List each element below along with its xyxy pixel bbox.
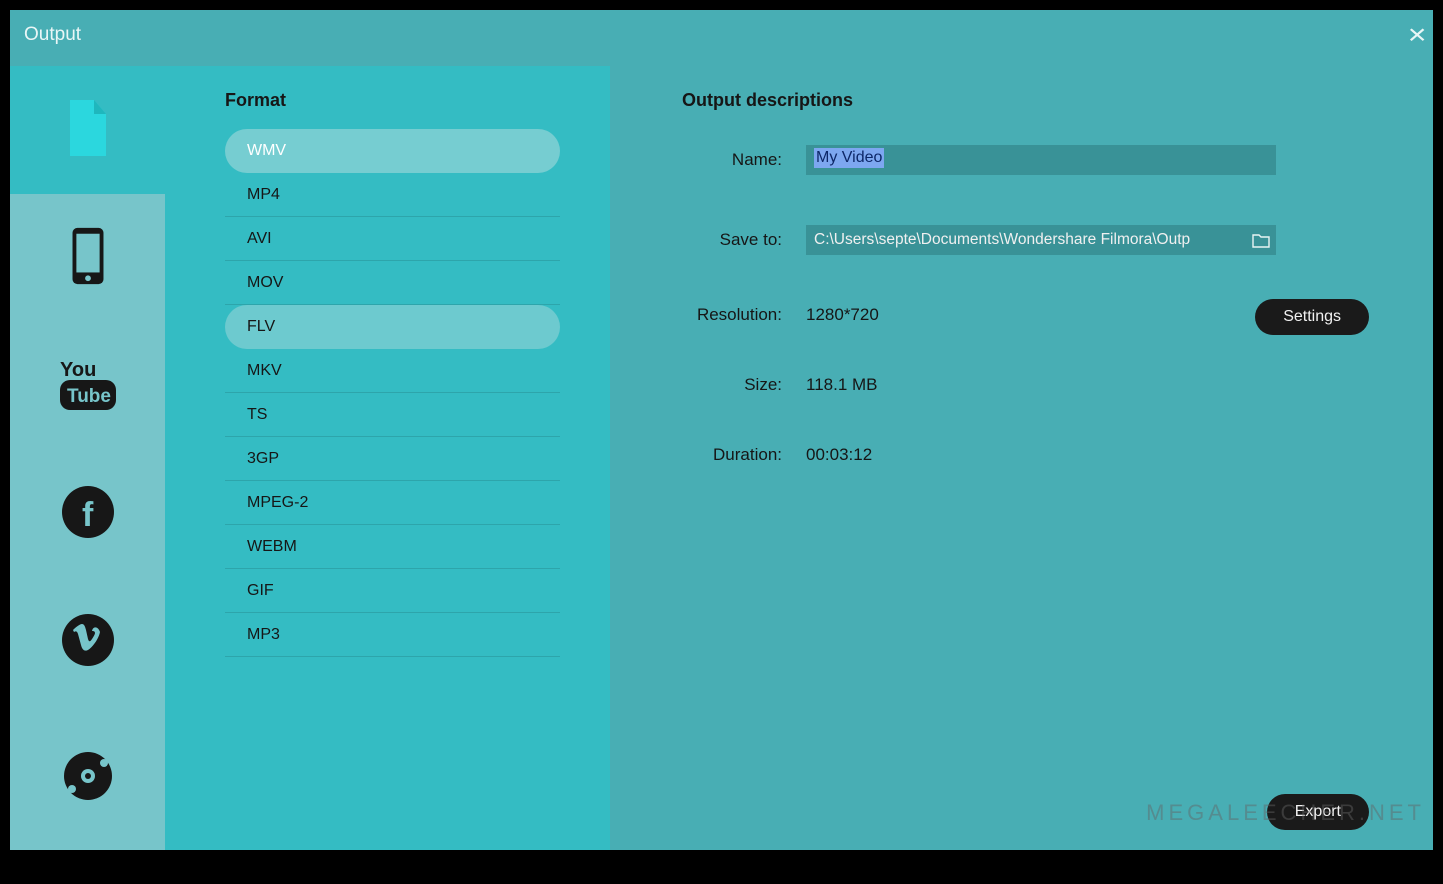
label-resolution: Resolution: [682,305,782,325]
row-name: Name: My Video [682,145,1369,175]
label-name: Name: [682,150,782,170]
youtube-icon: You Tube [60,358,116,415]
format-item-mkv[interactable]: MKV [225,349,560,393]
export-button[interactable]: Export [1267,794,1369,830]
window-title: Output [24,24,81,46]
format-item-mp3[interactable]: MP3 [225,613,560,657]
settings-button[interactable]: Settings [1255,299,1369,335]
saveto-path: C:\Users\septe\Documents\Wondershare Fil… [814,231,1190,249]
sidebar-item-dvd[interactable] [10,706,165,850]
format-item-wmv[interactable]: WMV [225,129,560,173]
row-duration: Duration: 00:03:12 [682,445,1369,465]
format-item-avi[interactable]: AVI [225,217,560,261]
sidebar-item-facebook[interactable]: f [10,450,165,578]
label-saveto: Save to: [682,230,782,250]
format-list: WMV MP4 AVI MOV FLV MKV TS 3GP MPEG-2 WE… [225,129,560,657]
sidebar: You Tube f [10,66,165,850]
value-duration: 00:03:12 [806,445,872,465]
sidebar-item-device[interactable] [10,194,165,322]
sidebar-item-youtube[interactable]: You Tube [10,322,165,450]
svg-text:f: f [82,496,94,534]
browse-folder-icon[interactable] [1252,232,1270,248]
details-title: Output descriptions [682,90,1369,111]
output-window: Output × You Tube f [10,10,1433,850]
sidebar-item-vimeo[interactable] [10,578,165,706]
name-input[interactable] [806,145,1276,175]
format-item-3gp[interactable]: 3GP [225,437,560,481]
value-size: 118.1 MB [806,375,878,395]
row-resolution: Resolution: 1280*720 Settings [682,305,1369,325]
format-item-mov[interactable]: MOV [225,261,560,305]
facebook-icon: f [62,486,114,543]
details-panel: Output descriptions Name: My Video Save … [610,66,1433,850]
export-bar: Export [1267,794,1369,830]
sidebar-item-format[interactable] [10,66,165,194]
close-icon[interactable]: × [1407,21,1426,49]
label-duration: Duration: [682,445,782,465]
svg-text:You: You [60,359,96,381]
format-item-ts[interactable]: TS [225,393,560,437]
format-title: Format [225,90,560,111]
label-size: Size: [682,375,782,395]
format-item-mp4[interactable]: MP4 [225,173,560,217]
format-item-flv[interactable]: FLV [225,305,560,349]
format-item-mpeg2[interactable]: MPEG-2 [225,481,560,525]
format-item-gif[interactable]: GIF [225,569,560,613]
row-size: Size: 118.1 MB [682,375,1369,395]
value-resolution: 1280*720 [806,305,879,325]
saveto-field[interactable]: C:\Users\septe\Documents\Wondershare Fil… [806,225,1276,255]
svg-text:Tube: Tube [67,386,111,407]
row-saveto: Save to: C:\Users\septe\Documents\Wonder… [682,225,1369,255]
vimeo-icon [62,614,114,671]
titlebar: Output × [10,10,1433,60]
disc-icon [62,750,114,807]
window-body: YouTube f Format WM [10,60,1433,850]
format-panel: Format WMV MP4 AVI MOV FLV MKV TS 3GP MP… [165,66,610,850]
format-item-webm[interactable]: WEBM [225,525,560,569]
phone-icon [64,226,112,291]
file-icon [66,100,110,161]
